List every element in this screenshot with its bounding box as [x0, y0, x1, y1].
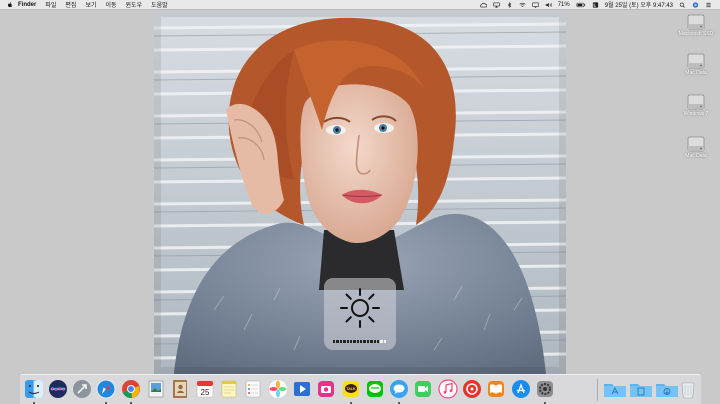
reminders-icon[interactable]	[243, 379, 263, 399]
menu-app-name[interactable]: Finder	[18, 2, 36, 8]
hard-drive-icon	[687, 94, 705, 110]
drive-label: Mac Data	[685, 70, 707, 76]
preview-icon[interactable]	[146, 379, 166, 399]
contacts-icon[interactable]	[170, 379, 190, 399]
menu-edit[interactable]: 편집	[65, 0, 76, 9]
ibooks-icon[interactable]	[486, 379, 506, 399]
media-player-icon[interactable]	[292, 379, 312, 399]
line-icon[interactable]	[365, 379, 385, 399]
downloads-folder-icon[interactable]	[655, 379, 679, 399]
documents-folder-icon[interactable]	[629, 379, 653, 399]
input-source-icon[interactable]	[592, 1, 599, 8]
menu-help[interactable]: 도움말	[151, 0, 168, 9]
brightness-segment-filled	[373, 340, 376, 343]
menu-window[interactable]: 윈도우	[126, 0, 143, 9]
facetime-icon[interactable]	[413, 379, 433, 399]
apple-icon[interactable]	[7, 1, 13, 8]
brightness-segment-empty	[383, 340, 386, 343]
music-player-icon[interactable]	[462, 379, 482, 399]
drive-label: Mac Data	[685, 153, 707, 159]
airplay-icon[interactable]	[493, 2, 500, 8]
brightness-segment-filled	[360, 340, 363, 343]
chrome-icon[interactable]	[121, 379, 141, 399]
itunes-icon[interactable]	[438, 379, 458, 399]
wifi-icon[interactable]	[519, 2, 526, 8]
brightness-segment-filled	[346, 340, 349, 343]
brightness-segment-filled	[356, 340, 359, 343]
brightness-segment-filled	[366, 340, 370, 343]
display-icon[interactable]	[532, 2, 539, 8]
drive-label: Macintosh SSD	[678, 31, 714, 37]
brightness-segment-filled	[363, 340, 366, 343]
status-tray: 71% 9월 25일 (토) 오후 9:47:43	[479, 0, 712, 9]
siri-icon[interactable]	[48, 379, 68, 399]
brightness-segment-filled	[370, 340, 373, 343]
hard-drive-icon	[687, 53, 705, 69]
menu-clock[interactable]: 9월 25일 (토) 오후 9:47:43	[605, 0, 673, 9]
cloud-icon[interactable]	[479, 2, 487, 8]
notification-icon[interactable]	[705, 2, 712, 8]
camera-icon[interactable]	[316, 379, 336, 399]
brightness-segment-filled	[353, 340, 356, 343]
applications-folder-icon[interactable]	[603, 379, 627, 399]
siri-icon[interactable]	[692, 1, 699, 8]
brightness-segment-filled	[333, 340, 336, 343]
brightness-segment-filled	[376, 340, 380, 343]
messages-icon[interactable]	[389, 379, 409, 399]
brightness-segment-empty	[380, 340, 383, 343]
hard-drive-icon	[687, 14, 705, 30]
brightness-level-bar	[333, 340, 387, 343]
kakaotalk-label: TALK	[346, 387, 356, 391]
volume-icon[interactable]	[545, 2, 552, 8]
calendar-icon[interactable]: 25	[195, 379, 215, 399]
system-preferences-icon[interactable]	[535, 379, 555, 399]
app-store-icon[interactable]	[511, 379, 531, 399]
bluetooth-icon[interactable]	[506, 1, 513, 8]
desktop-drive-4[interactable]: Mac Data	[676, 136, 716, 159]
trash-icon[interactable]	[678, 379, 698, 399]
brightness-segment-filled	[343, 340, 346, 343]
hard-drive-icon	[687, 136, 705, 152]
menu-go[interactable]: 이동	[105, 0, 116, 9]
kakaotalk-icon[interactable]: TALK	[341, 379, 361, 399]
sun-icon	[340, 288, 380, 328]
dock: 25 TALK	[20, 374, 701, 404]
dock-separator	[597, 379, 598, 401]
spotlight-icon[interactable]	[679, 2, 686, 8]
battery-percent[interactable]: 71%	[558, 2, 570, 8]
brightness-segment-filled	[349, 340, 353, 343]
photos-icon[interactable]	[268, 379, 288, 399]
desktop-drive-1[interactable]: Macintosh SSD	[676, 14, 716, 37]
safari-icon[interactable]	[96, 379, 116, 399]
brightness-segment-filled	[339, 340, 343, 343]
launchpad-icon[interactable]	[72, 379, 92, 399]
menu-view[interactable]: 보기	[85, 0, 96, 9]
desktop-drive-2[interactable]: Mac Data	[676, 53, 716, 76]
brightness-segment-filled	[336, 340, 339, 343]
calendar-day: 25	[201, 388, 210, 397]
battery-icon[interactable]	[576, 2, 586, 8]
menu-bar: Finder 파일 편집 보기 이동 윈도우 도움말 71% 9월 25일 (토…	[0, 0, 720, 10]
drive-label: Windows 7	[683, 111, 709, 117]
finder-icon[interactable]	[24, 379, 44, 399]
menu-file[interactable]: 파일	[45, 0, 56, 9]
desktop-drive-3[interactable]: Windows 7	[676, 94, 716, 117]
brightness-hud	[324, 278, 396, 350]
notes-icon[interactable]	[219, 379, 239, 399]
